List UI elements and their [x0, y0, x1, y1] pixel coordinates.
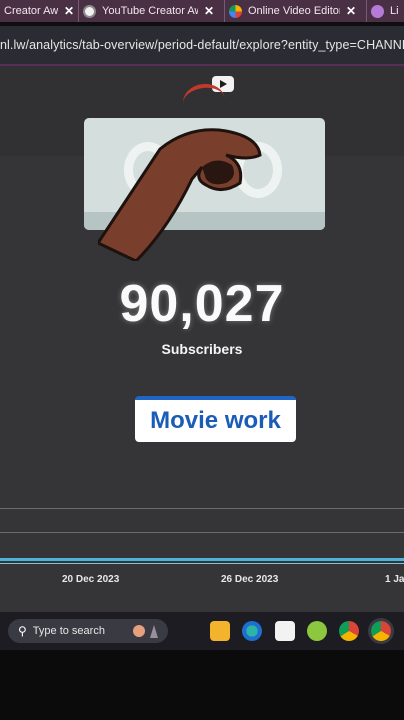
- windows-taskbar: ⚲ Type to search: [0, 612, 404, 650]
- tab-close-icon[interactable]: ✕: [346, 4, 356, 18]
- tab-close-icon[interactable]: ✕: [204, 4, 214, 18]
- address-bar[interactable]: nl.lw/analytics/tab-overview/period-defa…: [0, 26, 404, 64]
- file-explorer-icon[interactable]: [210, 621, 230, 641]
- tab-favicon-icon: [371, 4, 384, 18]
- app-green-icon[interactable]: [307, 621, 327, 641]
- subscribers-label: Subscribers: [161, 341, 243, 357]
- search-icon: ⚲: [18, 624, 27, 638]
- tab-close-icon[interactable]: ✕: [64, 4, 74, 18]
- tab-title: Online Video Editor -: [248, 5, 340, 17]
- chart-series-line: [0, 563, 404, 564]
- chart-gridline: [0, 508, 404, 509]
- edge-icon[interactable]: [242, 621, 262, 641]
- tab-partial[interactable]: Li: [366, 0, 404, 22]
- caption-text: Movie work: [150, 407, 281, 434]
- chart-date-label: 1 Jan: [385, 574, 404, 585]
- url-text[interactable]: nl.lw/analytics/tab-overview/period-defa…: [0, 38, 404, 52]
- chart-date-label: 20 Dec 2023: [62, 574, 120, 585]
- google-icon: [83, 4, 96, 18]
- chrome-profile-icon[interactable]: [371, 621, 391, 641]
- chrome-icon[interactable]: [339, 621, 359, 641]
- subscriber-count: 90,027: [119, 275, 285, 333]
- tab-online-video-editor[interactable]: Online Video Editor - ✕: [224, 0, 366, 22]
- search-highlight-art-icon: [133, 625, 158, 638]
- search-placeholder: Type to search: [32, 625, 105, 637]
- video-editor-icon: [229, 4, 242, 18]
- pinching-hand-icon: [98, 128, 262, 261]
- chart-series-line: [0, 558, 404, 561]
- chart-date-label: 26 Dec 2023: [221, 574, 279, 585]
- chart-gridline: [0, 532, 404, 533]
- taskbar-search-box[interactable]: ⚲ Type to search: [8, 619, 168, 643]
- store-icon[interactable]: [275, 621, 295, 641]
- tab-youtube-creator-awards[interactable]: YouTube Creator Awa ✕: [78, 0, 224, 22]
- tab-title: Creator Awa: [4, 5, 58, 17]
- browser-tab-strip: Creator Awa ✕ YouTube Creator Awa ✕ Onli…: [0, 0, 404, 22]
- tab-creator-awards-1[interactable]: Creator Awa ✕: [0, 0, 78, 22]
- caption-overlay: Movie work: [135, 396, 296, 442]
- screen-bezel: [0, 650, 404, 720]
- tab-title: YouTube Creator Awa: [102, 5, 198, 17]
- tab-title: Li: [390, 5, 399, 17]
- analytics-page: 90,027 Subscribers Movie work 20 Dec 202…: [0, 66, 404, 612]
